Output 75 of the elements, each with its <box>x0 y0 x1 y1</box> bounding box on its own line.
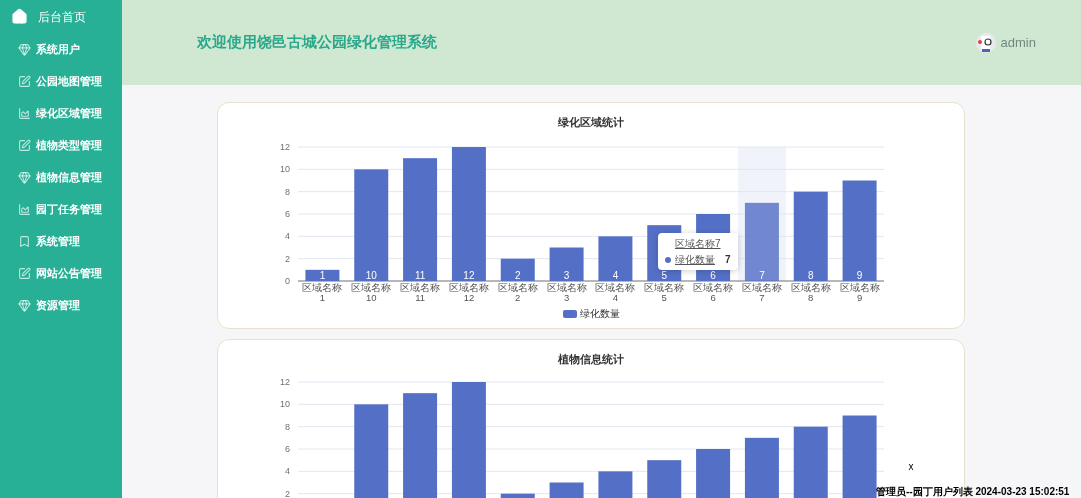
bar-value-label: 7 <box>759 270 765 281</box>
status-caption: 管理员--园丁用户列表 2024-03-23 15:02:51 <box>876 485 1070 498</box>
chart-title: 植物信息统计 <box>558 352 624 367</box>
legend-label: 绿化数量 <box>580 308 620 319</box>
bar-value-label: 12 <box>463 270 475 281</box>
category-label: 区域名称 4 <box>595 282 636 303</box>
axis-tick-label: 12 <box>280 142 290 152</box>
category-label: 区域名称 10 <box>351 282 392 303</box>
bar <box>793 426 828 498</box>
bar <box>696 449 731 498</box>
category-label: 区域名称 7 <box>741 282 782 303</box>
bar <box>647 460 682 498</box>
sidebar-item[interactable]: 植物类型管理 <box>0 129 122 161</box>
sidebar-item[interactable]: 系统用户 <box>0 33 122 65</box>
home-link[interactable]: 后台首页 <box>0 0 122 33</box>
bar-value-label: 4 <box>612 270 619 281</box>
bar <box>500 493 535 498</box>
gem-icon <box>18 298 31 312</box>
bar-value-label: 10 <box>365 270 377 281</box>
bar-value-label: 5 <box>661 270 668 281</box>
category-label: 区域名称 3 <box>546 282 587 303</box>
bar-value-label: 11 <box>414 270 426 281</box>
category-label: 区域名称 5 <box>644 282 685 303</box>
axis-tick-label: 4 <box>285 466 290 477</box>
category-label: 区域名称 6 <box>693 282 734 303</box>
bar-value-label: 2 <box>514 270 521 281</box>
axis-tick-label: 0 <box>285 276 290 286</box>
bar <box>549 482 584 498</box>
axis-tick-label: 2 <box>285 488 290 498</box>
category-label: 区域名称 1 <box>302 282 343 303</box>
chart-title: 绿化区域统计 <box>558 115 624 130</box>
sidebar-item[interactable]: 公园地图管理 <box>0 65 122 97</box>
axis-tick-label: 10 <box>280 164 290 175</box>
bookmark-icon <box>18 234 31 248</box>
system-title: 欢迎使用饶邑古城公园绿化管理系统 <box>197 32 437 53</box>
home-icon <box>11 8 28 25</box>
tooltip-value: 7 <box>725 253 731 267</box>
axis-tick-label: 2 <box>285 253 290 264</box>
sidebar-item[interactable]: 网站公告管理 <box>0 257 122 289</box>
avatar <box>975 32 996 53</box>
bar-value-label: 1 <box>319 270 326 281</box>
tooltip-title: 区域名称7 <box>674 237 722 251</box>
bar <box>744 437 779 498</box>
edit-icon <box>18 74 31 88</box>
sidebar-item[interactable]: 园丁任务管理 <box>0 193 122 225</box>
bar-value-label: 6 <box>710 270 716 281</box>
axis-tick-label: 8 <box>285 186 290 197</box>
gem-icon <box>18 170 31 184</box>
category-label: 区域名称 12 <box>448 282 489 303</box>
username: admin <box>1000 33 1036 52</box>
axis-tick-label: 6 <box>285 444 290 454</box>
tooltip-series: 绿化数量 <box>675 253 715 267</box>
category-label: 区域名称 8 <box>790 282 831 303</box>
bar-value-label: 9 <box>856 270 863 281</box>
axis-tick-label: 4 <box>285 231 290 242</box>
category-label: 区域名称 9 <box>839 282 880 303</box>
sidebar-item[interactable]: 系统管理 <box>0 225 122 257</box>
legend-swatch <box>563 310 577 318</box>
sidebar-item[interactable]: 植物信息管理 <box>0 161 122 193</box>
edit-icon <box>18 266 31 280</box>
chart-icon <box>18 202 31 216</box>
axis-tick-label: 6 <box>285 209 290 219</box>
chart-icon <box>18 106 31 120</box>
bar-value-label: 3 <box>563 270 570 281</box>
category-label: 区域名称 2 <box>497 282 538 303</box>
bar <box>598 471 633 498</box>
edit-icon <box>18 138 31 152</box>
axis-tick-label: 12 <box>280 377 290 387</box>
bar-value-label: 8 <box>807 270 814 281</box>
gem-icon <box>18 42 31 56</box>
category-label: 区域名称 11 <box>400 282 441 303</box>
sidebar-item[interactable]: 绿化区域管理 <box>0 97 122 129</box>
sidebar-item[interactable]: 资源管理 <box>0 289 122 321</box>
axis-tick-label: 8 <box>285 421 290 432</box>
axis-tick-label: 10 <box>280 399 290 410</box>
